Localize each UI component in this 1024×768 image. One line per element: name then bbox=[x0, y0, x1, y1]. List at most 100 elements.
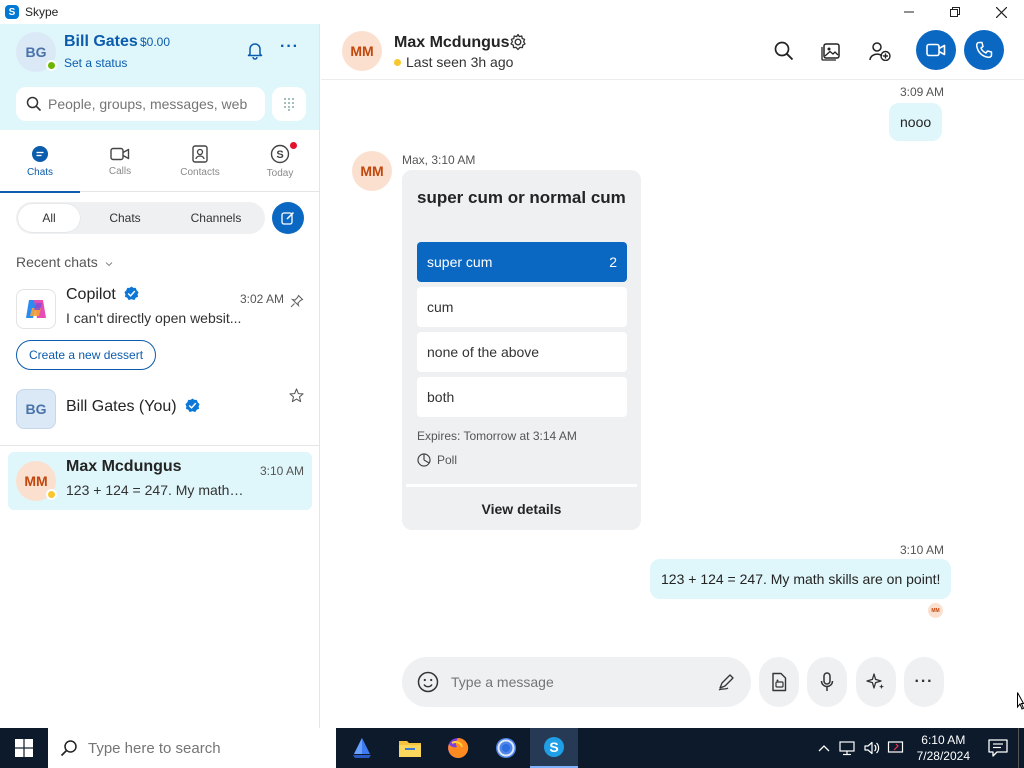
tab-today[interactable]: S Today bbox=[240, 130, 320, 192]
sent-message-bubble[interactable]: 123 + 124 = 247. My math skills are on p… bbox=[650, 559, 952, 599]
search-box[interactable] bbox=[16, 87, 265, 121]
gear-icon[interactable] bbox=[509, 33, 527, 51]
tab-chats-label: Chats bbox=[26, 166, 54, 178]
tab-calls[interactable]: Calls bbox=[80, 130, 160, 192]
emoji-icon[interactable] bbox=[417, 671, 439, 693]
contact-name[interactable]: Max Mcdungus bbox=[394, 34, 510, 52]
sent-message-bubble[interactable]: nooo bbox=[889, 103, 943, 141]
phone-icon bbox=[975, 41, 993, 59]
poll-option-2[interactable]: cum bbox=[417, 287, 627, 327]
volume-icon[interactable] bbox=[863, 740, 881, 756]
share-file-button[interactable] bbox=[759, 657, 799, 707]
svg-text:S: S bbox=[549, 739, 558, 755]
search-conversation-button[interactable] bbox=[771, 38, 797, 64]
message-timestamp: 3:09 AM bbox=[900, 85, 945, 99]
poll-option-label: cum bbox=[427, 299, 454, 315]
skype-today-icon: S bbox=[270, 144, 290, 163]
video-camera-icon bbox=[926, 43, 946, 57]
unread-dot bbox=[290, 142, 297, 149]
tab-chats[interactable]: Chats bbox=[0, 130, 80, 193]
chrome-icon bbox=[496, 738, 516, 758]
conversation-pane: MM Max Mcdungus Last seen 3h ago 3:09 AM… bbox=[321, 24, 1024, 728]
start-button[interactable] bbox=[0, 728, 48, 768]
filter-channels[interactable]: Channels bbox=[170, 204, 262, 232]
view-poll-details-button[interactable]: View details bbox=[402, 488, 641, 530]
gallery-button[interactable] bbox=[818, 38, 844, 64]
video-call-button[interactable] bbox=[916, 30, 956, 70]
notifications-button[interactable] bbox=[245, 40, 265, 60]
star-icon[interactable] bbox=[289, 388, 304, 403]
more-icon: ··· bbox=[914, 673, 934, 690]
voice-message-button[interactable] bbox=[807, 657, 847, 707]
taskbar-search-input[interactable] bbox=[88, 739, 318, 757]
set-status-link[interactable]: Set a status bbox=[64, 56, 127, 70]
new-chat-button[interactable] bbox=[272, 202, 304, 234]
contact-status: Last seen 3h ago bbox=[394, 54, 513, 70]
taskbar-app-firefox[interactable] bbox=[434, 728, 482, 768]
chat-name: Copilot bbox=[66, 286, 139, 304]
display-icon[interactable] bbox=[887, 740, 905, 756]
verified-badge-icon bbox=[185, 398, 200, 413]
dialpad-button[interactable] bbox=[272, 87, 306, 121]
message-composer bbox=[402, 657, 751, 707]
taskbar-search[interactable] bbox=[48, 728, 336, 768]
poll-option-label: none of the above bbox=[427, 344, 540, 360]
window-title: Skype bbox=[25, 5, 59, 19]
copilot-logo-icon bbox=[16, 289, 56, 329]
compose-icon bbox=[281, 211, 295, 225]
network-icon[interactable] bbox=[839, 740, 857, 756]
poll-option-label: both bbox=[427, 389, 455, 405]
search-input[interactable] bbox=[48, 96, 248, 112]
message-sender-time: Max, 3:10 AM bbox=[402, 153, 476, 167]
skype-credit[interactable]: $0.00 bbox=[140, 35, 170, 49]
add-people-button[interactable] bbox=[867, 38, 893, 64]
message-text: 123 + 124 = 247. My math skills are on p… bbox=[661, 571, 941, 587]
minimize-icon bbox=[904, 11, 914, 13]
chevron-up-icon[interactable] bbox=[817, 743, 831, 753]
profile-name[interactable]: Bill Gates bbox=[64, 33, 138, 51]
chat-time: 3:10 AM bbox=[259, 464, 304, 478]
pin-icon[interactable] bbox=[290, 294, 304, 308]
profile-header: BG Bill Gates $0.00 Set a status ··· bbox=[0, 24, 319, 130]
format-pen-icon[interactable] bbox=[717, 673, 735, 691]
verified-badge-icon bbox=[124, 286, 139, 301]
notification-center-button[interactable] bbox=[978, 728, 1018, 768]
poll-option-3[interactable]: none of the above bbox=[417, 332, 627, 372]
create-dessert-suggestion-button[interactable]: Create a new dessert bbox=[16, 340, 157, 370]
self-avatar: BG bbox=[16, 389, 56, 429]
contact-avatar: MM bbox=[16, 461, 57, 501]
poll-option-4[interactable]: both bbox=[417, 377, 627, 417]
close-button[interactable] bbox=[978, 0, 1024, 24]
recent-chats-header[interactable]: Recent chats bbox=[16, 254, 113, 270]
audio-call-button[interactable] bbox=[964, 30, 1004, 70]
profile-initials: BG bbox=[25, 44, 47, 60]
filter-chats[interactable]: Chats bbox=[80, 204, 170, 232]
search-icon bbox=[60, 740, 77, 757]
taskbar-clock[interactable]: 6:10 AM 7/28/2024 bbox=[917, 732, 970, 764]
taskbar-app-skype[interactable]: S bbox=[530, 728, 578, 768]
poll-card: super cum or normal cum super cum 2 cum … bbox=[402, 170, 641, 530]
poll-option-1[interactable]: super cum 2 bbox=[417, 242, 627, 282]
taskbar-app-edge-dev[interactable] bbox=[338, 728, 386, 768]
chat-preview: 123 + 124 = 247. My math ski... bbox=[66, 482, 246, 498]
sender-avatar[interactable]: MM bbox=[352, 151, 392, 191]
chat-item-max-mcdungus[interactable]: MM Max Mcdungus 123 + 124 = 247. My math… bbox=[8, 452, 312, 510]
tab-today-label: Today bbox=[266, 167, 294, 179]
chat-item-copilot[interactable]: Copilot I can't directly open websit... … bbox=[8, 280, 312, 338]
contact-avatar[interactable]: MM bbox=[342, 31, 382, 71]
filter-all[interactable]: All bbox=[18, 204, 80, 232]
taskbar-app-chrome[interactable] bbox=[482, 728, 530, 768]
profile-avatar[interactable]: BG bbox=[16, 32, 57, 72]
add-person-icon bbox=[869, 42, 891, 61]
message-input[interactable] bbox=[451, 674, 701, 690]
tab-contacts[interactable]: Contacts bbox=[160, 130, 240, 192]
minimize-button[interactable] bbox=[886, 0, 932, 24]
ai-assist-button[interactable] bbox=[856, 657, 896, 707]
show-desktop-button[interactable] bbox=[1018, 728, 1024, 768]
taskbar-app-file-explorer[interactable] bbox=[386, 728, 434, 768]
restore-button[interactable] bbox=[932, 0, 978, 24]
more-actions-button[interactable]: ··· bbox=[904, 657, 944, 707]
read-receipt-avatar: MM bbox=[928, 603, 943, 618]
more-options-button[interactable]: ··· bbox=[280, 38, 299, 56]
chat-item-bill-gates-self[interactable]: BG Bill Gates (You) bbox=[8, 380, 312, 438]
